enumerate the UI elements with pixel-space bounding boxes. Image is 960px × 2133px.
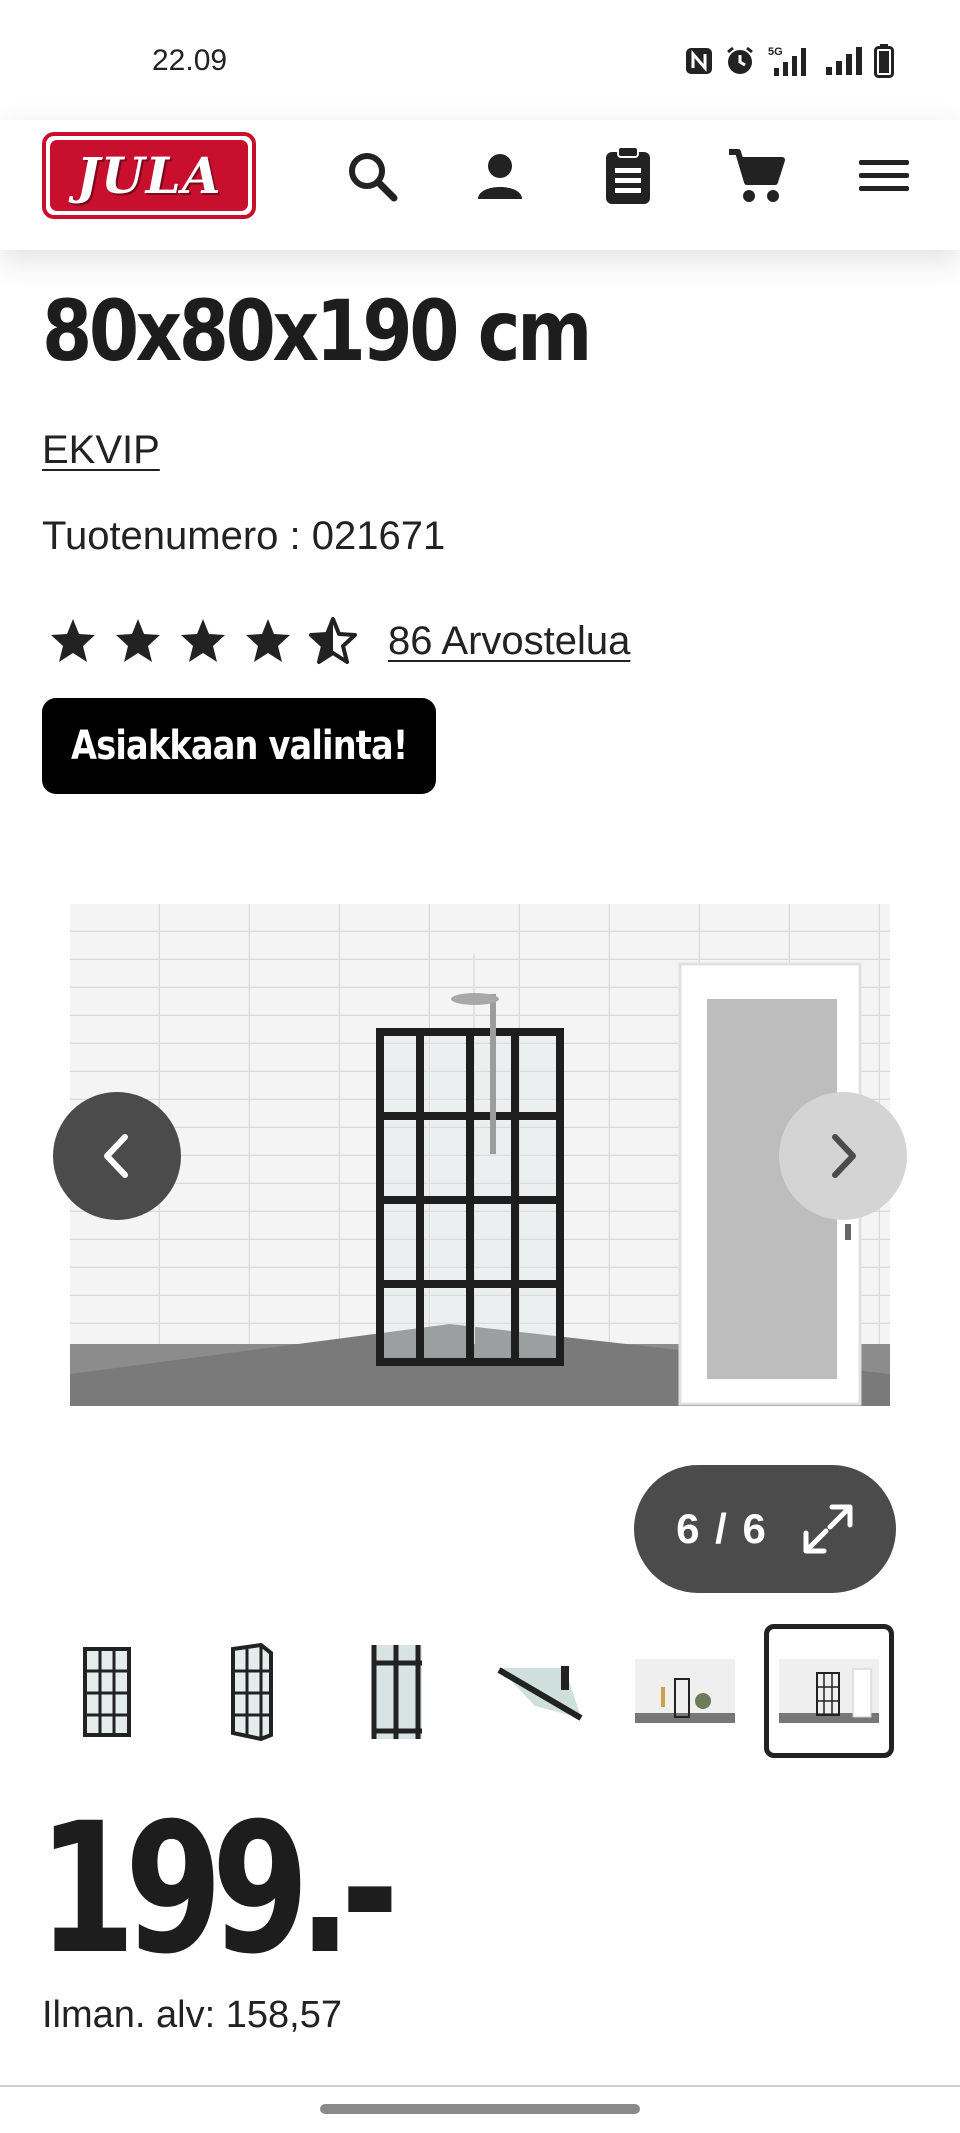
product-image[interactable] xyxy=(70,904,890,1406)
logo-text: JULA xyxy=(76,146,222,205)
thumbnail-1[interactable] xyxy=(42,1624,172,1758)
status-bar: 22.09 5G xyxy=(0,0,960,120)
status-icons: 5G xyxy=(684,44,894,78)
thumb-panel-detail-image xyxy=(371,1645,422,1739)
menu-button[interactable] xyxy=(852,144,916,208)
shopping-list-button[interactable] xyxy=(596,144,660,208)
logo-background: JULA xyxy=(50,140,248,211)
reviews-link[interactable]: 86 Arvostelua xyxy=(388,619,630,664)
product-price: 199.- xyxy=(38,1785,399,1994)
search-button[interactable] xyxy=(340,144,404,208)
menu-icon xyxy=(859,160,909,191)
shower-scene-image xyxy=(70,904,890,1406)
rating-stars xyxy=(48,616,358,666)
product-number-label: Tuotenumero : xyxy=(42,514,301,558)
thumb-shower-scene-image xyxy=(778,1659,879,1723)
price-excl-vat: Ilman. alv: 158,57 xyxy=(42,1994,342,2036)
cart-icon xyxy=(729,149,785,202)
brand-link[interactable]: EKVIP xyxy=(42,428,160,473)
thumbnail-6-selected[interactable] xyxy=(763,1624,894,1758)
alarm-icon xyxy=(727,46,753,74)
bottom-divider xyxy=(0,2085,960,2087)
shopping-list-icon xyxy=(606,146,650,204)
previous-image-button[interactable] xyxy=(53,1092,181,1220)
rating[interactable]: 86 Arvostelua xyxy=(48,616,630,666)
site-header: JULA xyxy=(0,120,960,250)
product-number-value: 021671 xyxy=(311,514,446,558)
thumbnail-2[interactable] xyxy=(186,1624,316,1758)
signal-5g-icon: 5G xyxy=(768,46,806,76)
battery-icon xyxy=(874,44,894,78)
thumb-cabin-front-image xyxy=(83,1647,131,1737)
chevron-left-icon xyxy=(104,1134,128,1178)
badge-label: Asiakkaan valinta! xyxy=(70,723,408,769)
status-time: 22.09 xyxy=(152,44,228,77)
star-half-icon xyxy=(309,617,357,664)
product-number: Tuotenumero : 021671 xyxy=(42,514,445,559)
chevron-right-icon xyxy=(832,1134,856,1178)
thumbnail-5[interactable] xyxy=(620,1624,750,1758)
cart-button[interactable] xyxy=(724,144,788,208)
thumb-hinge-detail-image xyxy=(497,1666,583,1721)
thumbnail-strip xyxy=(42,1624,894,1758)
signal-icon xyxy=(826,47,862,75)
account-button[interactable] xyxy=(468,144,532,208)
jula-logo[interactable]: JULA xyxy=(42,132,256,219)
thumbnail-3[interactable] xyxy=(331,1624,461,1758)
account-icon xyxy=(478,154,522,199)
thumb-cabin-angle-image xyxy=(231,1642,274,1741)
image-counter: 6 / 6 xyxy=(676,1505,768,1552)
nfc-icon xyxy=(686,48,712,74)
star-full-icon xyxy=(246,619,290,662)
expand-icon xyxy=(803,1504,853,1554)
thumbnail-4[interactable] xyxy=(475,1624,605,1758)
customer-choice-badge: Asiakkaan valinta! xyxy=(42,698,436,794)
svg-text:5G: 5G xyxy=(768,46,783,58)
star-full-icon xyxy=(51,619,95,662)
thumb-bathroom-image xyxy=(634,1659,735,1723)
fullscreen-counter-button[interactable]: 6 / 6 xyxy=(634,1465,896,1593)
next-image-button[interactable] xyxy=(779,1092,907,1220)
search-icon xyxy=(349,153,398,202)
home-indicator[interactable] xyxy=(320,2104,640,2114)
star-full-icon xyxy=(181,619,225,662)
product-title: 80x80x190 cm xyxy=(42,282,592,380)
star-full-icon xyxy=(116,619,160,662)
